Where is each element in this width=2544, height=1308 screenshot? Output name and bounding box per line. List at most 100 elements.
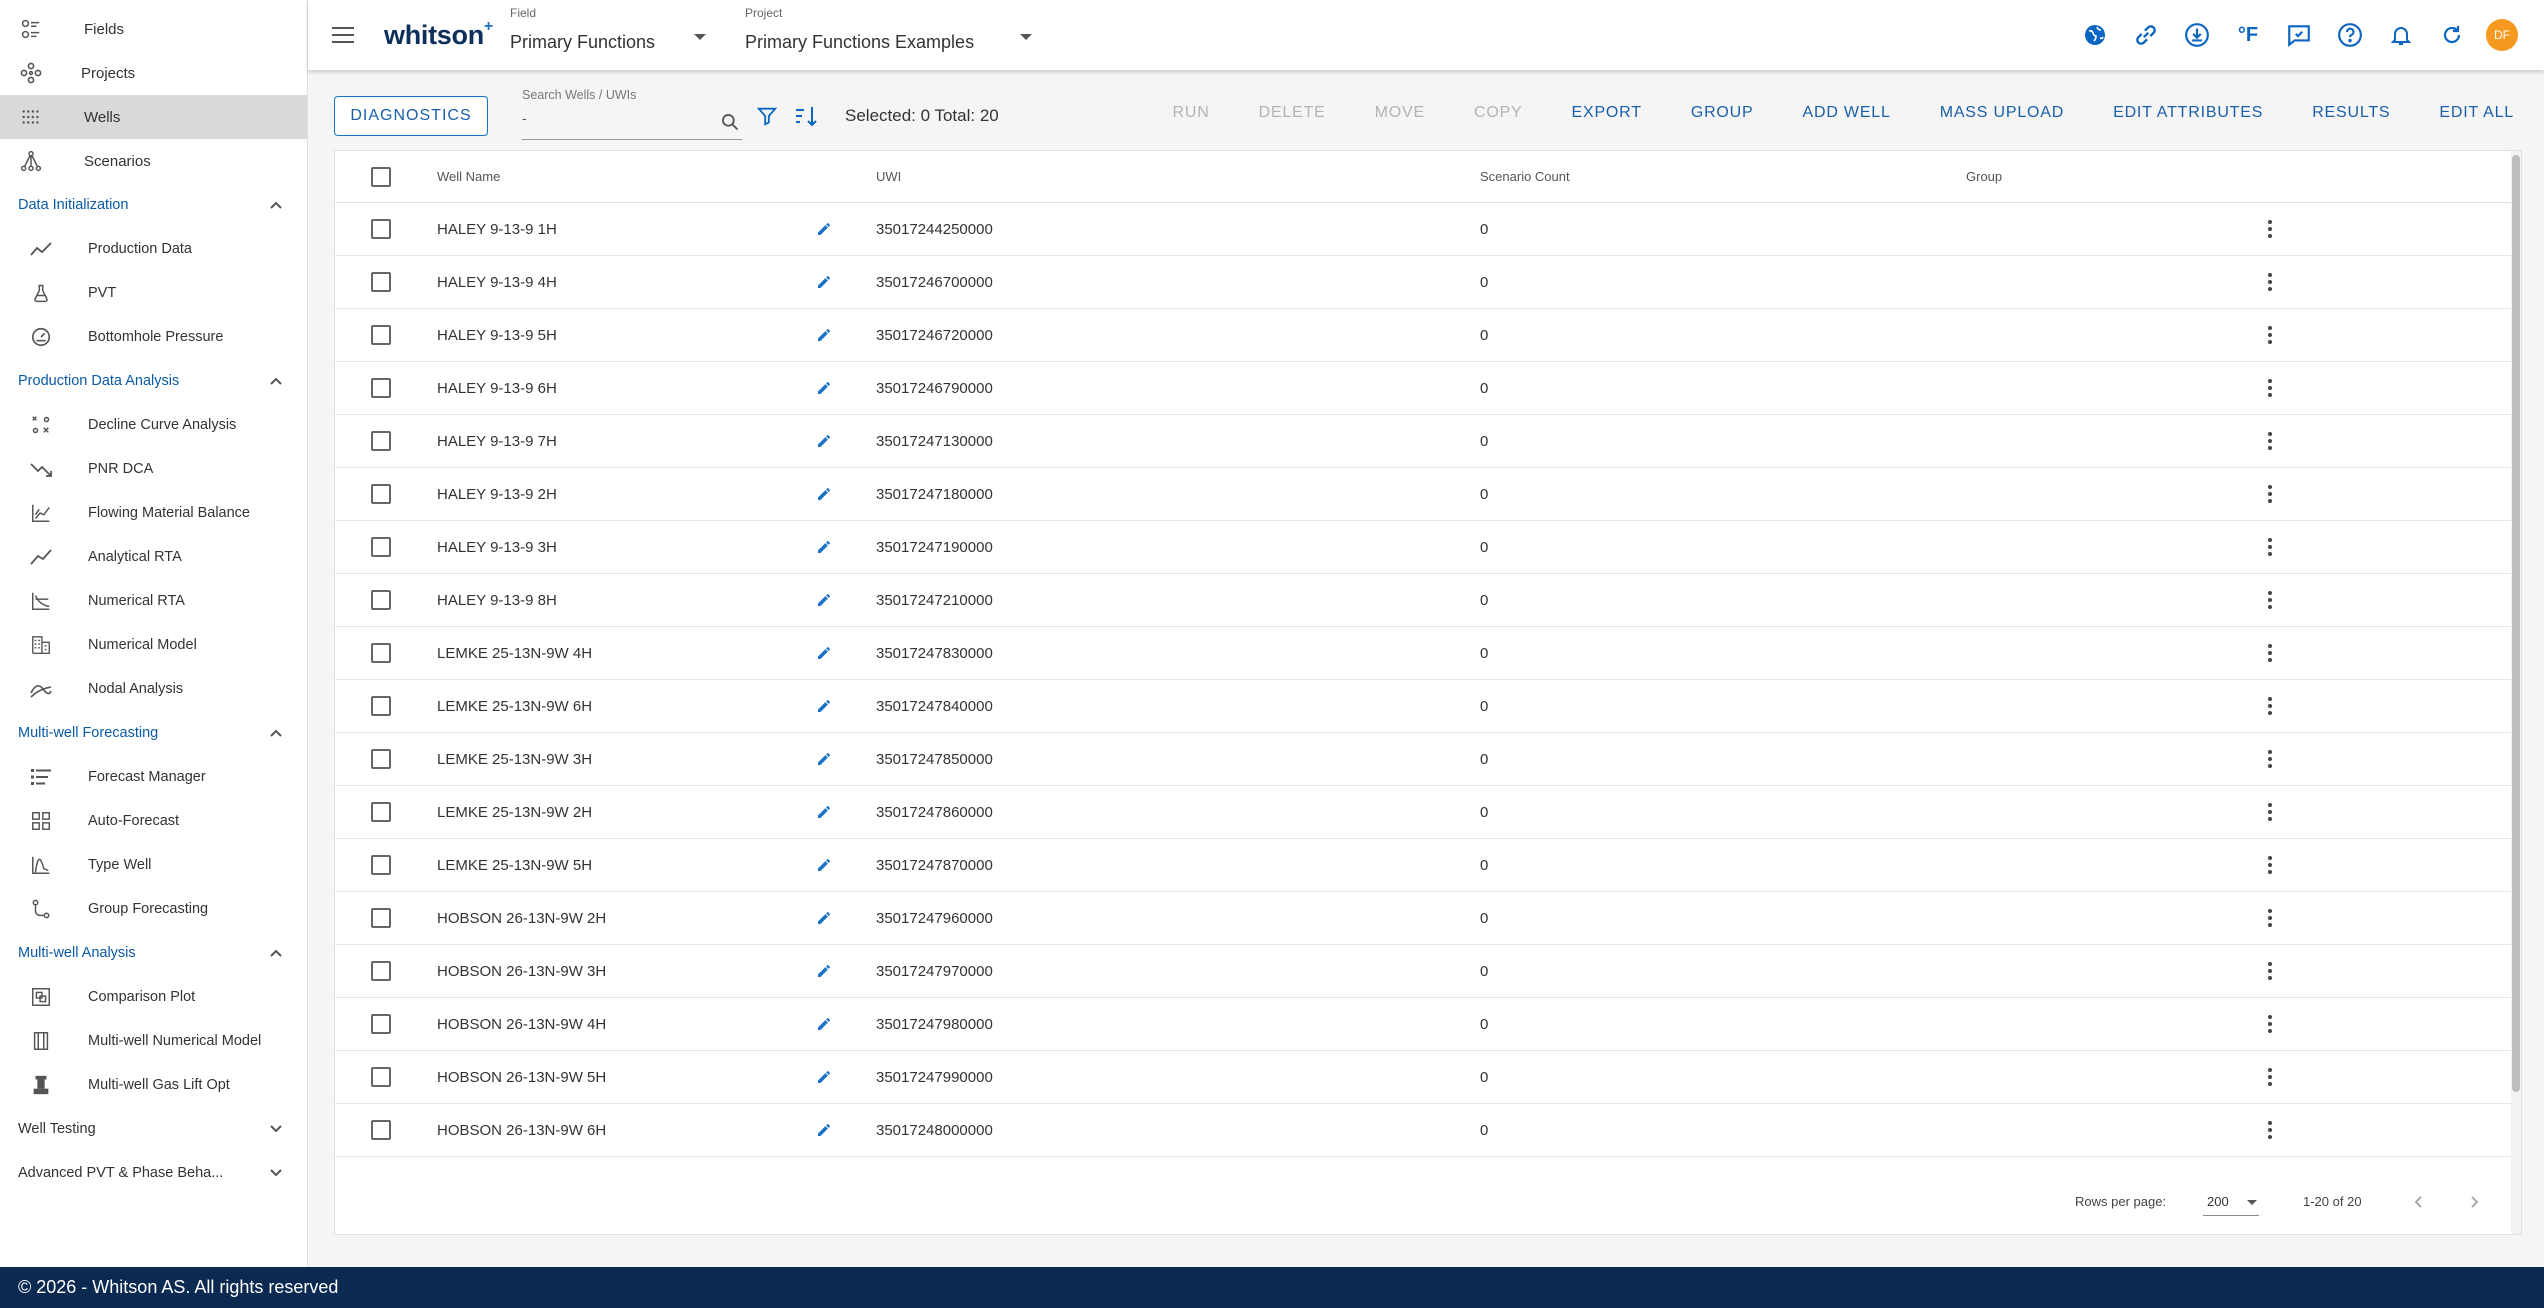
edit-pencil-icon[interactable] [813, 271, 835, 293]
table-row[interactable]: HALEY 9-13-9 7H 35017247130000 0 [335, 415, 2511, 468]
user-avatar[interactable]: DF [2486, 19, 2518, 51]
more-vert-icon[interactable] [2258, 694, 2282, 718]
section-well-testing[interactable]: Well Testing [0, 1107, 307, 1151]
table-row[interactable]: LEMKE 25-13N-9W 4H 35017247830000 0 [335, 627, 2511, 680]
row-checkbox[interactable] [371, 537, 391, 557]
more-vert-icon[interactable] [2258, 217, 2282, 241]
edit-pencil-icon[interactable] [813, 695, 835, 717]
edit-pencil-icon[interactable] [813, 801, 835, 823]
row-checkbox[interactable] [371, 325, 391, 345]
edit-pencil-icon[interactable] [813, 536, 835, 558]
sidebar-item-multi-well-gas-lift-opt[interactable]: Multi-well Gas Lift Opt [0, 1063, 307, 1107]
more-vert-icon[interactable] [2258, 1118, 2282, 1142]
more-vert-icon[interactable] [2258, 853, 2282, 877]
sidebar-item-scenarios[interactable]: Scenarios [0, 139, 307, 183]
section-multi-well-forecasting[interactable]: Multi-well Forecasting [0, 711, 307, 755]
sidebar-item-type-well[interactable]: Type Well [0, 843, 307, 887]
row-checkbox[interactable] [371, 908, 391, 928]
copy-button[interactable]: COPY [1474, 104, 1523, 122]
col-well-name[interactable]: Well Name [437, 169, 500, 184]
edit-all-button[interactable]: EDIT ALL [2439, 104, 2514, 122]
table-row[interactable]: HALEY 9-13-9 4H 35017246700000 0 [335, 256, 2511, 309]
edit-pencil-icon[interactable] [813, 1119, 835, 1141]
refresh-icon[interactable] [2435, 18, 2469, 52]
edit-pencil-icon[interactable] [813, 324, 835, 346]
row-checkbox[interactable] [371, 484, 391, 504]
menu-icon[interactable] [328, 20, 358, 50]
sidebar-item-comparison-plot[interactable]: Comparison Plot [0, 975, 307, 1019]
table-row[interactable]: LEMKE 25-13N-9W 3H 35017247850000 0 [335, 733, 2511, 786]
table-row[interactable]: LEMKE 25-13N-9W 5H 35017247870000 0 [335, 839, 2511, 892]
sidebar-item-projects[interactable]: Projects [0, 51, 307, 95]
bell-icon[interactable] [2384, 18, 2418, 52]
row-checkbox[interactable] [371, 696, 391, 716]
move-button[interactable]: MOVE [1375, 104, 1425, 122]
table-row[interactable]: HALEY 9-13-9 3H 35017247190000 0 [335, 521, 2511, 574]
export-button[interactable]: EXPORT [1572, 104, 1642, 122]
table-row[interactable]: HALEY 9-13-9 2H 35017247180000 0 [335, 468, 2511, 521]
sidebar-item-numerical-model[interactable]: Numerical Model [0, 623, 307, 667]
row-checkbox[interactable] [371, 219, 391, 239]
edit-pencil-icon[interactable] [813, 1066, 835, 1088]
sidebar-item-numerical-rta[interactable]: Numerical RTA [0, 579, 307, 623]
row-checkbox[interactable] [371, 1120, 391, 1140]
edit-pencil-icon[interactable] [813, 589, 835, 611]
table-scrollbar[interactable] [2511, 151, 2521, 1234]
edit-attributes-button[interactable]: EDIT ATTRIBUTES [2113, 104, 2263, 122]
col-group[interactable]: Group [1966, 169, 2002, 184]
table-row[interactable]: HOBSON 26-13N-9W 2H 35017247960000 0 [335, 892, 2511, 945]
sidebar-item-bottomhole-pressure[interactable]: Bottomhole Pressure [0, 315, 307, 359]
col-scenario-count[interactable]: Scenario Count [1480, 169, 1570, 184]
row-checkbox[interactable] [371, 378, 391, 398]
prev-page-icon[interactable] [2407, 1190, 2431, 1214]
edit-pencil-icon[interactable] [813, 377, 835, 399]
sidebar-item-group-forecasting[interactable]: Group Forecasting [0, 887, 307, 931]
row-checkbox[interactable] [371, 1067, 391, 1087]
more-vert-icon[interactable] [2258, 747, 2282, 771]
next-page-icon[interactable] [2462, 1190, 2486, 1214]
delete-button[interactable]: DELETE [1259, 104, 1326, 122]
section-multi-well-analysis[interactable]: Multi-well Analysis [0, 931, 307, 975]
row-checkbox[interactable] [371, 431, 391, 451]
feedback-icon[interactable] [2282, 18, 2316, 52]
row-checkbox[interactable] [371, 1014, 391, 1034]
more-vert-icon[interactable] [2258, 588, 2282, 612]
sidebar-item-auto-forecast[interactable]: Auto-Forecast [0, 799, 307, 843]
row-checkbox[interactable] [371, 749, 391, 769]
more-vert-icon[interactable] [2258, 323, 2282, 347]
more-vert-icon[interactable] [2258, 1012, 2282, 1036]
add-well-button[interactable]: ADD WELL [1803, 104, 1891, 122]
search-input[interactable] [522, 110, 707, 126]
more-vert-icon[interactable] [2258, 800, 2282, 824]
help-icon[interactable] [2333, 18, 2367, 52]
edit-pencil-icon[interactable] [813, 430, 835, 452]
scrollbar-thumb[interactable] [2512, 155, 2520, 1092]
table-row[interactable]: LEMKE 25-13N-9W 2H 35017247860000 0 [335, 786, 2511, 839]
link-icon[interactable] [2129, 18, 2163, 52]
project-selector[interactable]: Project Primary Functions Examples [745, 0, 1045, 70]
edit-pencil-icon[interactable] [813, 642, 835, 664]
app-logo[interactable]: whitson+ [384, 18, 493, 51]
row-checkbox[interactable] [371, 802, 391, 822]
download-icon[interactable] [2180, 18, 2214, 52]
filter-icon[interactable] [753, 102, 781, 130]
row-checkbox[interactable] [371, 272, 391, 292]
group-button[interactable]: GROUP [1691, 104, 1754, 122]
table-row[interactable]: HOBSON 26-13N-9W 3H 35017247970000 0 [335, 945, 2511, 998]
sidebar-item-multi-well-numerical-model[interactable]: Multi-well Numerical Model [0, 1019, 307, 1063]
table-row[interactable]: HOBSON 26-13N-9W 4H 35017247980000 0 [335, 998, 2511, 1051]
rows-per-page-select[interactable]: 200 [2203, 1188, 2259, 1216]
col-uwi[interactable]: UWI [876, 169, 901, 184]
table-row[interactable]: LEMKE 25-13N-9W 6H 35017247840000 0 [335, 680, 2511, 733]
section-advanced-pvt-phase-beha[interactable]: Advanced PVT & Phase Beha... [0, 1151, 307, 1195]
globe-icon[interactable] [2078, 18, 2112, 52]
units-icon[interactable]: °F [2231, 18, 2265, 52]
more-vert-icon[interactable] [2258, 959, 2282, 983]
edit-pencil-icon[interactable] [813, 907, 835, 929]
search-wells[interactable]: Search Wells / UWIs [522, 88, 742, 140]
edit-pencil-icon[interactable] [813, 854, 835, 876]
sort-icon[interactable] [792, 102, 820, 130]
more-vert-icon[interactable] [2258, 270, 2282, 294]
more-vert-icon[interactable] [2258, 482, 2282, 506]
edit-pencil-icon[interactable] [813, 218, 835, 240]
